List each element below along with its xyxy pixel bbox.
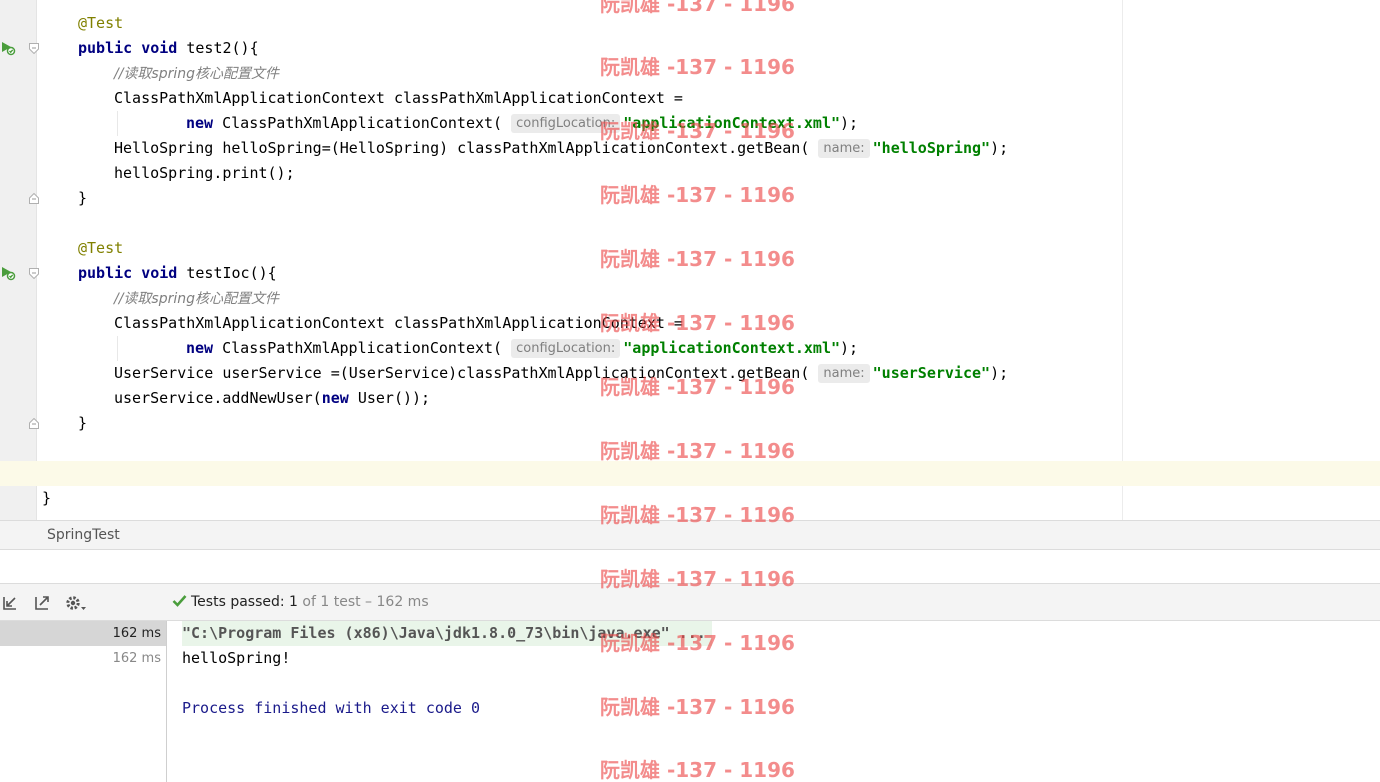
status-label: Tests passed: bbox=[191, 594, 285, 610]
breadcrumb-class[interactable]: SpringTest bbox=[47, 521, 120, 550]
string-literal: "userService" bbox=[872, 364, 991, 382]
code-line: @Test bbox=[78, 236, 123, 261]
code-editor[interactable]: @Test public void test2(){ //读取spring核心配… bbox=[0, 0, 1380, 520]
code-text: ); bbox=[840, 114, 859, 132]
code-line: @Test bbox=[78, 11, 123, 36]
console-command-line[interactable]: "C:\Program Files (x86)\Java\jdk1.8.0_73… bbox=[182, 621, 712, 646]
method-signature: test2(){ bbox=[177, 39, 259, 57]
parameter-hint: name: bbox=[818, 139, 870, 158]
test-tree-row[interactable]: 162 ms bbox=[0, 621, 166, 646]
code-text: ); bbox=[990, 139, 1009, 157]
keyword: new bbox=[186, 114, 214, 132]
code-line: } bbox=[78, 186, 87, 211]
code-text: } bbox=[42, 489, 52, 507]
code-line: } bbox=[42, 486, 51, 511]
code-line: ClassPathXmlApplicationContext classPath… bbox=[114, 86, 683, 111]
string-literal: "helloSpring" bbox=[872, 139, 991, 157]
test-tree: 162 ms 162 ms bbox=[0, 621, 167, 782]
code-text: ClassPathXmlApplicationContext classPath… bbox=[114, 89, 683, 107]
editor-gutter bbox=[0, 0, 36, 520]
code-line: //读取spring核心配置文件 bbox=[114, 286, 279, 311]
panel-divider bbox=[0, 550, 1380, 584]
code-line: } bbox=[78, 411, 87, 436]
string-literal: "applicationContext.xml" bbox=[623, 114, 841, 132]
code-comment: //读取spring核心配置文件 bbox=[114, 291, 280, 307]
fold-open-icon[interactable] bbox=[29, 268, 39, 279]
test-tree-row[interactable]: 162 ms bbox=[0, 646, 166, 671]
code-line: ClassPathXmlApplicationContext classPath… bbox=[114, 311, 683, 336]
keyword: public void bbox=[78, 39, 178, 57]
code-text: } bbox=[78, 414, 88, 432]
fold-end-icon[interactable] bbox=[29, 418, 39, 429]
code-line: HelloSpring helloSpring=(HelloSpring) cl… bbox=[114, 136, 1008, 161]
gear-icon[interactable] bbox=[65, 594, 87, 612]
code-text: UserService userService =(UserService)cl… bbox=[114, 364, 810, 382]
string-literal: "applicationContext.xml" bbox=[623, 339, 841, 357]
console-output-line: helloSpring! bbox=[182, 649, 291, 667]
code-line: helloSpring.print(); bbox=[114, 161, 295, 186]
indent-guide bbox=[117, 111, 118, 136]
parameter-hint: name: bbox=[818, 364, 870, 383]
checkmark-icon bbox=[172, 595, 187, 607]
code-text: userService.addNewUser( bbox=[114, 389, 322, 407]
passed-count: 1 bbox=[289, 594, 298, 610]
run-toolbar: Tests passed: 1 of 1 test – 162 ms bbox=[0, 584, 1380, 621]
test-duration: 162 ms bbox=[112, 651, 161, 666]
gutter-divider bbox=[36, 0, 37, 520]
code-line: new ClassPathXmlApplicationContext( conf… bbox=[186, 111, 858, 136]
code-comment: //读取spring核心配置文件 bbox=[114, 66, 280, 82]
method-signature: testIoc(){ bbox=[177, 264, 277, 282]
parameter-hint: configLocation: bbox=[511, 339, 621, 358]
current-line-highlight bbox=[0, 461, 1380, 486]
breadcrumb: SpringTest bbox=[0, 520, 1380, 550]
keyword: public void bbox=[78, 264, 178, 282]
code-text: HelloSpring helloSpring=(HelloSpring) cl… bbox=[114, 139, 810, 157]
code-text: helloSpring.print(); bbox=[114, 164, 295, 182]
console-exit-line: Process finished with exit code 0 bbox=[182, 699, 481, 717]
annotation: @Test bbox=[78, 14, 124, 32]
code-line: UserService userService =(UserService)cl… bbox=[114, 361, 1008, 386]
keyword: new bbox=[186, 339, 214, 357]
fold-open-icon[interactable] bbox=[29, 43, 39, 54]
import-tests-icon[interactable] bbox=[1, 594, 19, 612]
code-line: new ClassPathXmlApplicationContext( conf… bbox=[186, 336, 858, 361]
code-line: public void test2(){ bbox=[78, 36, 259, 61]
fold-end-icon[interactable] bbox=[29, 193, 39, 204]
export-tests-icon[interactable] bbox=[33, 594, 51, 612]
run-test-icon[interactable] bbox=[0, 40, 16, 56]
test-duration: 162 ms bbox=[112, 626, 161, 641]
keyword: new bbox=[321, 389, 349, 407]
code-text: User()); bbox=[348, 389, 431, 407]
run-test-icon[interactable] bbox=[0, 265, 16, 281]
indent-guide bbox=[117, 336, 118, 361]
code-text: } bbox=[78, 189, 88, 207]
code-text: ); bbox=[840, 339, 859, 357]
code-text: ClassPathXmlApplicationContext( bbox=[213, 114, 503, 132]
code-text: ); bbox=[990, 364, 1009, 382]
code-line: userService.addNewUser(new User()); bbox=[114, 386, 430, 411]
console-output[interactable]: "C:\Program Files (x86)\Java\jdk1.8.0_73… bbox=[167, 621, 1380, 782]
annotation: @Test bbox=[78, 239, 124, 257]
code-line: public void testIoc(){ bbox=[78, 261, 277, 286]
test-status: Tests passed: 1 of 1 test – 162 ms bbox=[172, 584, 429, 621]
right-margin-guide bbox=[1122, 0, 1123, 520]
parameter-hint: configLocation: bbox=[511, 114, 621, 133]
code-text: ClassPathXmlApplicationContext( bbox=[213, 339, 503, 357]
status-summary: of 1 test – 162 ms bbox=[302, 594, 429, 610]
code-line: //读取spring核心配置文件 bbox=[114, 61, 279, 86]
code-text: ClassPathXmlApplicationContext classPath… bbox=[114, 314, 683, 332]
